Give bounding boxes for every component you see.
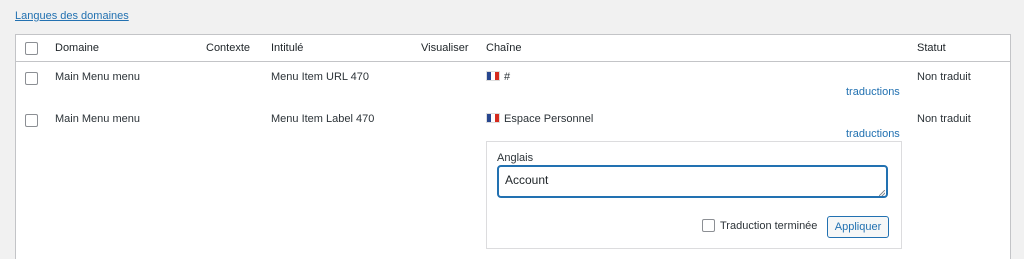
column-intitule[interactable]: Intitulé xyxy=(271,42,303,54)
column-statut[interactable]: Statut xyxy=(917,42,946,54)
row-chaine-text: Espace Personnel xyxy=(504,113,594,125)
row-intitule: Menu Item URL 470 xyxy=(271,71,370,83)
row-checkbox[interactable] xyxy=(25,114,38,127)
french-flag-icon xyxy=(486,71,500,81)
table-header: Domaine Contexte Intitulé Visualiser Cha… xyxy=(16,35,1010,62)
column-domaine[interactable]: Domaine xyxy=(55,42,99,54)
resize-handle-icon[interactable] xyxy=(879,190,885,196)
row-chaine: # xyxy=(486,71,510,83)
translation-editor: Anglais Account Traduction terminée Appl… xyxy=(486,141,902,249)
translations-link[interactable]: traductions xyxy=(846,86,900,98)
column-visualiser[interactable]: Visualiser xyxy=(421,42,469,54)
translation-done-checkbox[interactable] xyxy=(702,219,715,232)
translation-done-label: Traduction terminée xyxy=(720,220,818,232)
row-domaine: Main Menu menu xyxy=(55,71,140,83)
strings-table: Domaine Contexte Intitulé Visualiser Cha… xyxy=(15,34,1011,259)
language-label: Anglais xyxy=(497,152,534,164)
row-statut: Non traduit xyxy=(917,113,971,125)
row-intitule: Menu Item Label 470 xyxy=(271,113,375,125)
translations-link[interactable]: traductions xyxy=(846,128,900,140)
apply-button[interactable]: Appliquer xyxy=(827,216,889,238)
row-chaine-text: # xyxy=(504,71,511,83)
row-domaine: Main Menu menu xyxy=(55,113,140,125)
column-chaine[interactable]: Chaîne xyxy=(486,42,521,54)
row-statut: Non traduit xyxy=(917,71,971,83)
row-chaine: Espace Personnel xyxy=(486,113,593,125)
select-all-checkbox[interactable] xyxy=(25,42,38,55)
domain-languages-link[interactable]: Langues des domaines xyxy=(15,10,129,22)
french-flag-icon xyxy=(486,113,500,123)
column-contexte[interactable]: Contexte xyxy=(206,42,250,54)
row-checkbox[interactable] xyxy=(25,72,38,85)
translation-input[interactable]: Account xyxy=(497,165,888,198)
